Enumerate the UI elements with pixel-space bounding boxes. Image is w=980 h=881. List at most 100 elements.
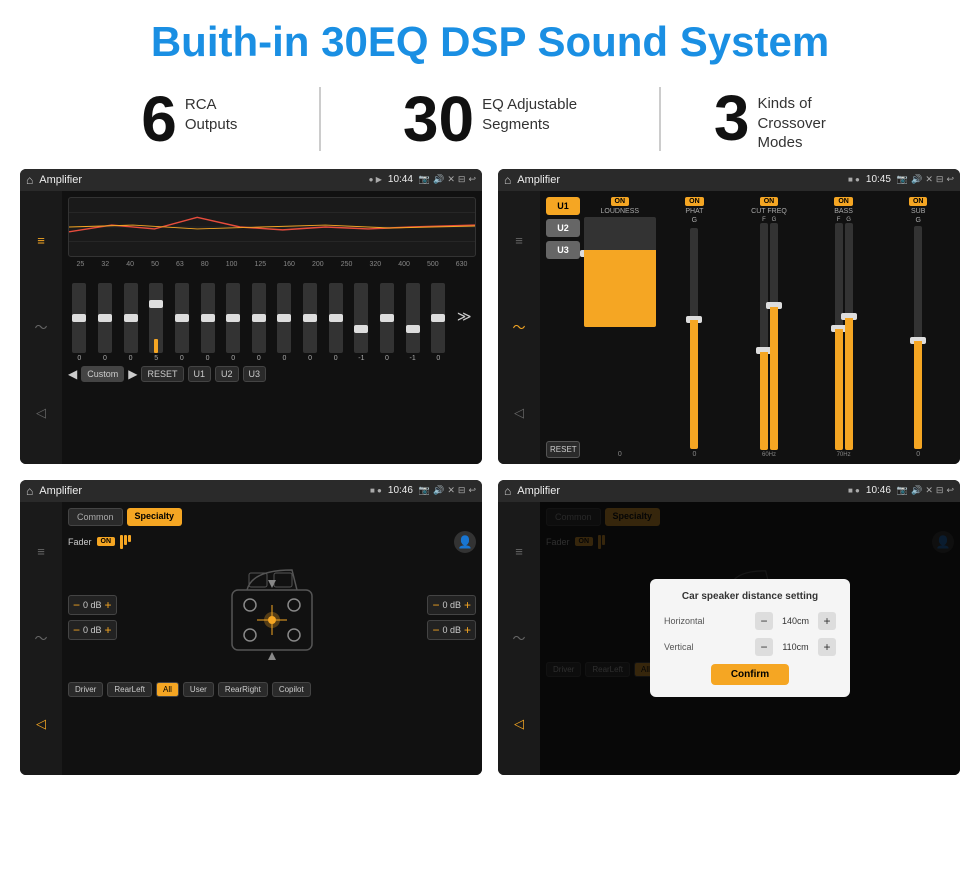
db-minus-br[interactable]: − bbox=[432, 623, 439, 637]
db-plus-tl[interactable]: + bbox=[105, 598, 112, 612]
topbar-icons-4: 📷🔊✕⊟↩ bbox=[897, 485, 954, 496]
speaker-icon[interactable]: ◁ bbox=[36, 405, 46, 421]
dialog-time: 10:46 bbox=[866, 485, 891, 496]
specialty-tab[interactable]: Specialty bbox=[127, 508, 183, 526]
topbar-icons: 📷🔊✕⊟↩ bbox=[419, 174, 476, 185]
car-diagram bbox=[121, 558, 424, 678]
eq-slider-4[interactable]: 0 bbox=[175, 283, 189, 362]
user-btn[interactable]: User bbox=[183, 682, 214, 697]
rearleft-btn[interactable]: RearLeft bbox=[107, 682, 152, 697]
crossover-body: ≡ 〜 ◁ U1 U2 U3 RESET ON LOUDNESS bbox=[498, 191, 960, 464]
eq-slider-14[interactable]: 0 bbox=[431, 283, 445, 362]
phat-on[interactable]: ON bbox=[685, 197, 704, 206]
loudness-col: ON LOUDNESS 0 bbox=[584, 197, 656, 458]
speaker-icon-4[interactable]: ◁ bbox=[514, 716, 524, 732]
eq-icon-2[interactable]: ≡ bbox=[515, 233, 523, 248]
stat-crossover: 3 Kinds of Crossover Modes bbox=[661, 86, 920, 153]
eq-slider-11[interactable]: -1 bbox=[354, 283, 368, 362]
crossover-u-buttons: U1 U2 U3 RESET bbox=[546, 197, 580, 458]
eq-icon-4[interactable]: ≡ bbox=[515, 544, 523, 559]
common-tab[interactable]: Common bbox=[68, 508, 123, 526]
driver-btn[interactable]: Driver bbox=[68, 682, 103, 697]
eq-slider-10[interactable]: 0 bbox=[329, 283, 343, 362]
horizontal-value: 140cm bbox=[778, 616, 813, 626]
db-minus-bl[interactable]: − bbox=[73, 623, 80, 637]
eq-slider-6[interactable]: 0 bbox=[226, 283, 240, 362]
eq-u1-btn[interactable]: U1 bbox=[188, 366, 212, 382]
speaker-time: 10:46 bbox=[388, 485, 413, 496]
db-plus-bl[interactable]: + bbox=[105, 623, 112, 637]
home-icon-4[interactable]: ⌂ bbox=[504, 484, 511, 498]
eq-slider-3[interactable]: 5 bbox=[149, 283, 163, 362]
confirm-button[interactable]: Confirm bbox=[711, 664, 789, 685]
wave-icon-2[interactable]: 〜 bbox=[512, 317, 525, 336]
stat-crossover-number: 3 bbox=[714, 86, 750, 150]
person-icon[interactable]: 👤 bbox=[454, 531, 476, 553]
db-control-br: − 0 dB + bbox=[427, 620, 476, 640]
horizontal-plus[interactable]: + bbox=[818, 612, 836, 630]
vertical-minus[interactable]: − bbox=[755, 638, 773, 656]
home-icon[interactable]: ⌂ bbox=[26, 173, 33, 187]
eq-slider-1[interactable]: 0 bbox=[98, 283, 112, 362]
u2-button[interactable]: U2 bbox=[546, 219, 580, 237]
db-plus-br[interactable]: + bbox=[464, 623, 471, 637]
crossover-channels: ON LOUDNESS 0 ON PHAT bbox=[584, 197, 954, 458]
bass-on[interactable]: ON bbox=[834, 197, 853, 206]
eq-u3-btn[interactable]: U3 bbox=[243, 366, 267, 382]
eq-slider-12[interactable]: 0 bbox=[380, 283, 394, 362]
eq-prev[interactable]: ◀ bbox=[68, 367, 77, 381]
eq-icon-3[interactable]: ≡ bbox=[37, 544, 45, 559]
speaker-diagram-area: − 0 dB + − 0 dB + bbox=[68, 558, 476, 678]
u1-button[interactable]: U1 bbox=[546, 197, 580, 215]
wave-icon-3[interactable]: 〜 bbox=[34, 628, 47, 647]
speaker-screen-title: Amplifier bbox=[39, 485, 364, 497]
eq-screen: ⌂ Amplifier ● ▶ 10:44 📷🔊✕⊟↩ ≡ 〜 ◁ bbox=[20, 169, 482, 464]
loudness-on[interactable]: ON bbox=[611, 197, 630, 206]
stats-row: 6 RCA Outputs 30 EQ Adjustable Segments … bbox=[0, 76, 980, 169]
eq-slider-2[interactable]: 0 bbox=[124, 283, 138, 362]
db-plus-tr[interactable]: + bbox=[464, 598, 471, 612]
speaker-icon-2[interactable]: ◁ bbox=[514, 405, 524, 421]
all-btn[interactable]: All bbox=[156, 682, 179, 697]
vertical-stepper: − 110cm + bbox=[755, 638, 836, 656]
stat-eq: 30 EQ Adjustable Segments bbox=[319, 87, 662, 151]
fader-on-badge[interactable]: ON bbox=[97, 537, 116, 546]
eq-custom-btn[interactable]: Custom bbox=[81, 366, 124, 382]
eq-more-icon[interactable]: ≫ bbox=[457, 308, 472, 325]
copilot-btn[interactable]: Copilot bbox=[272, 682, 311, 697]
wave-icon-4[interactable]: 〜 bbox=[512, 628, 525, 647]
horizontal-minus[interactable]: − bbox=[755, 612, 773, 630]
eq-slider-9[interactable]: 0 bbox=[303, 283, 317, 362]
db-minus-tl[interactable]: − bbox=[73, 598, 80, 612]
eq-slider-8[interactable]: 0 bbox=[277, 283, 291, 362]
home-icon-3[interactable]: ⌂ bbox=[26, 484, 33, 498]
home-icon-2[interactable]: ⌂ bbox=[504, 173, 511, 187]
u3-button[interactable]: U3 bbox=[546, 241, 580, 259]
db-minus-tr[interactable]: − bbox=[432, 598, 439, 612]
eq-icon[interactable]: ≡ bbox=[37, 233, 45, 248]
rearright-btn[interactable]: RearRight bbox=[218, 682, 268, 697]
eq-next[interactable]: ▶ bbox=[128, 367, 137, 381]
eq-slider-13[interactable]: -1 bbox=[406, 283, 420, 362]
status-dots: ● ▶ bbox=[369, 175, 382, 184]
speaker-topbar: ⌂ Amplifier ■ ● 10:46 📷🔊✕⊟↩ bbox=[20, 480, 482, 502]
crossover-reset-btn[interactable]: RESET bbox=[546, 441, 580, 458]
horizontal-row: Horizontal − 140cm + bbox=[664, 612, 836, 630]
dialog-screen-title: Amplifier bbox=[517, 485, 842, 497]
stat-eq-label: EQ Adjustable Segments bbox=[482, 87, 577, 134]
eq-reset-btn[interactable]: RESET bbox=[141, 366, 183, 382]
crossover-topbar: ⌂ Amplifier ■ ● 10:45 📷🔊✕⊟↩ bbox=[498, 169, 960, 191]
sub-on[interactable]: ON bbox=[909, 197, 928, 206]
eq-slider-7[interactable]: 0 bbox=[252, 283, 266, 362]
left-db-controls: − 0 dB + − 0 dB + bbox=[68, 595, 117, 640]
speaker-icon-3[interactable]: ◁ bbox=[36, 716, 46, 732]
eq-slider-0[interactable]: 0 bbox=[72, 283, 86, 362]
wave-icon[interactable]: 〜 bbox=[34, 317, 47, 336]
cutfreq-on[interactable]: ON bbox=[760, 197, 779, 206]
dialog-topbar: ⌂ Amplifier ■ ● 10:46 📷🔊✕⊟↩ bbox=[498, 480, 960, 502]
fader-bars bbox=[120, 535, 131, 549]
eq-slider-5[interactable]: 0 bbox=[201, 283, 215, 362]
eq-u2-btn[interactable]: U2 bbox=[215, 366, 239, 382]
phat-col: ON PHAT G 0 bbox=[659, 197, 731, 458]
vertical-plus[interactable]: + bbox=[818, 638, 836, 656]
